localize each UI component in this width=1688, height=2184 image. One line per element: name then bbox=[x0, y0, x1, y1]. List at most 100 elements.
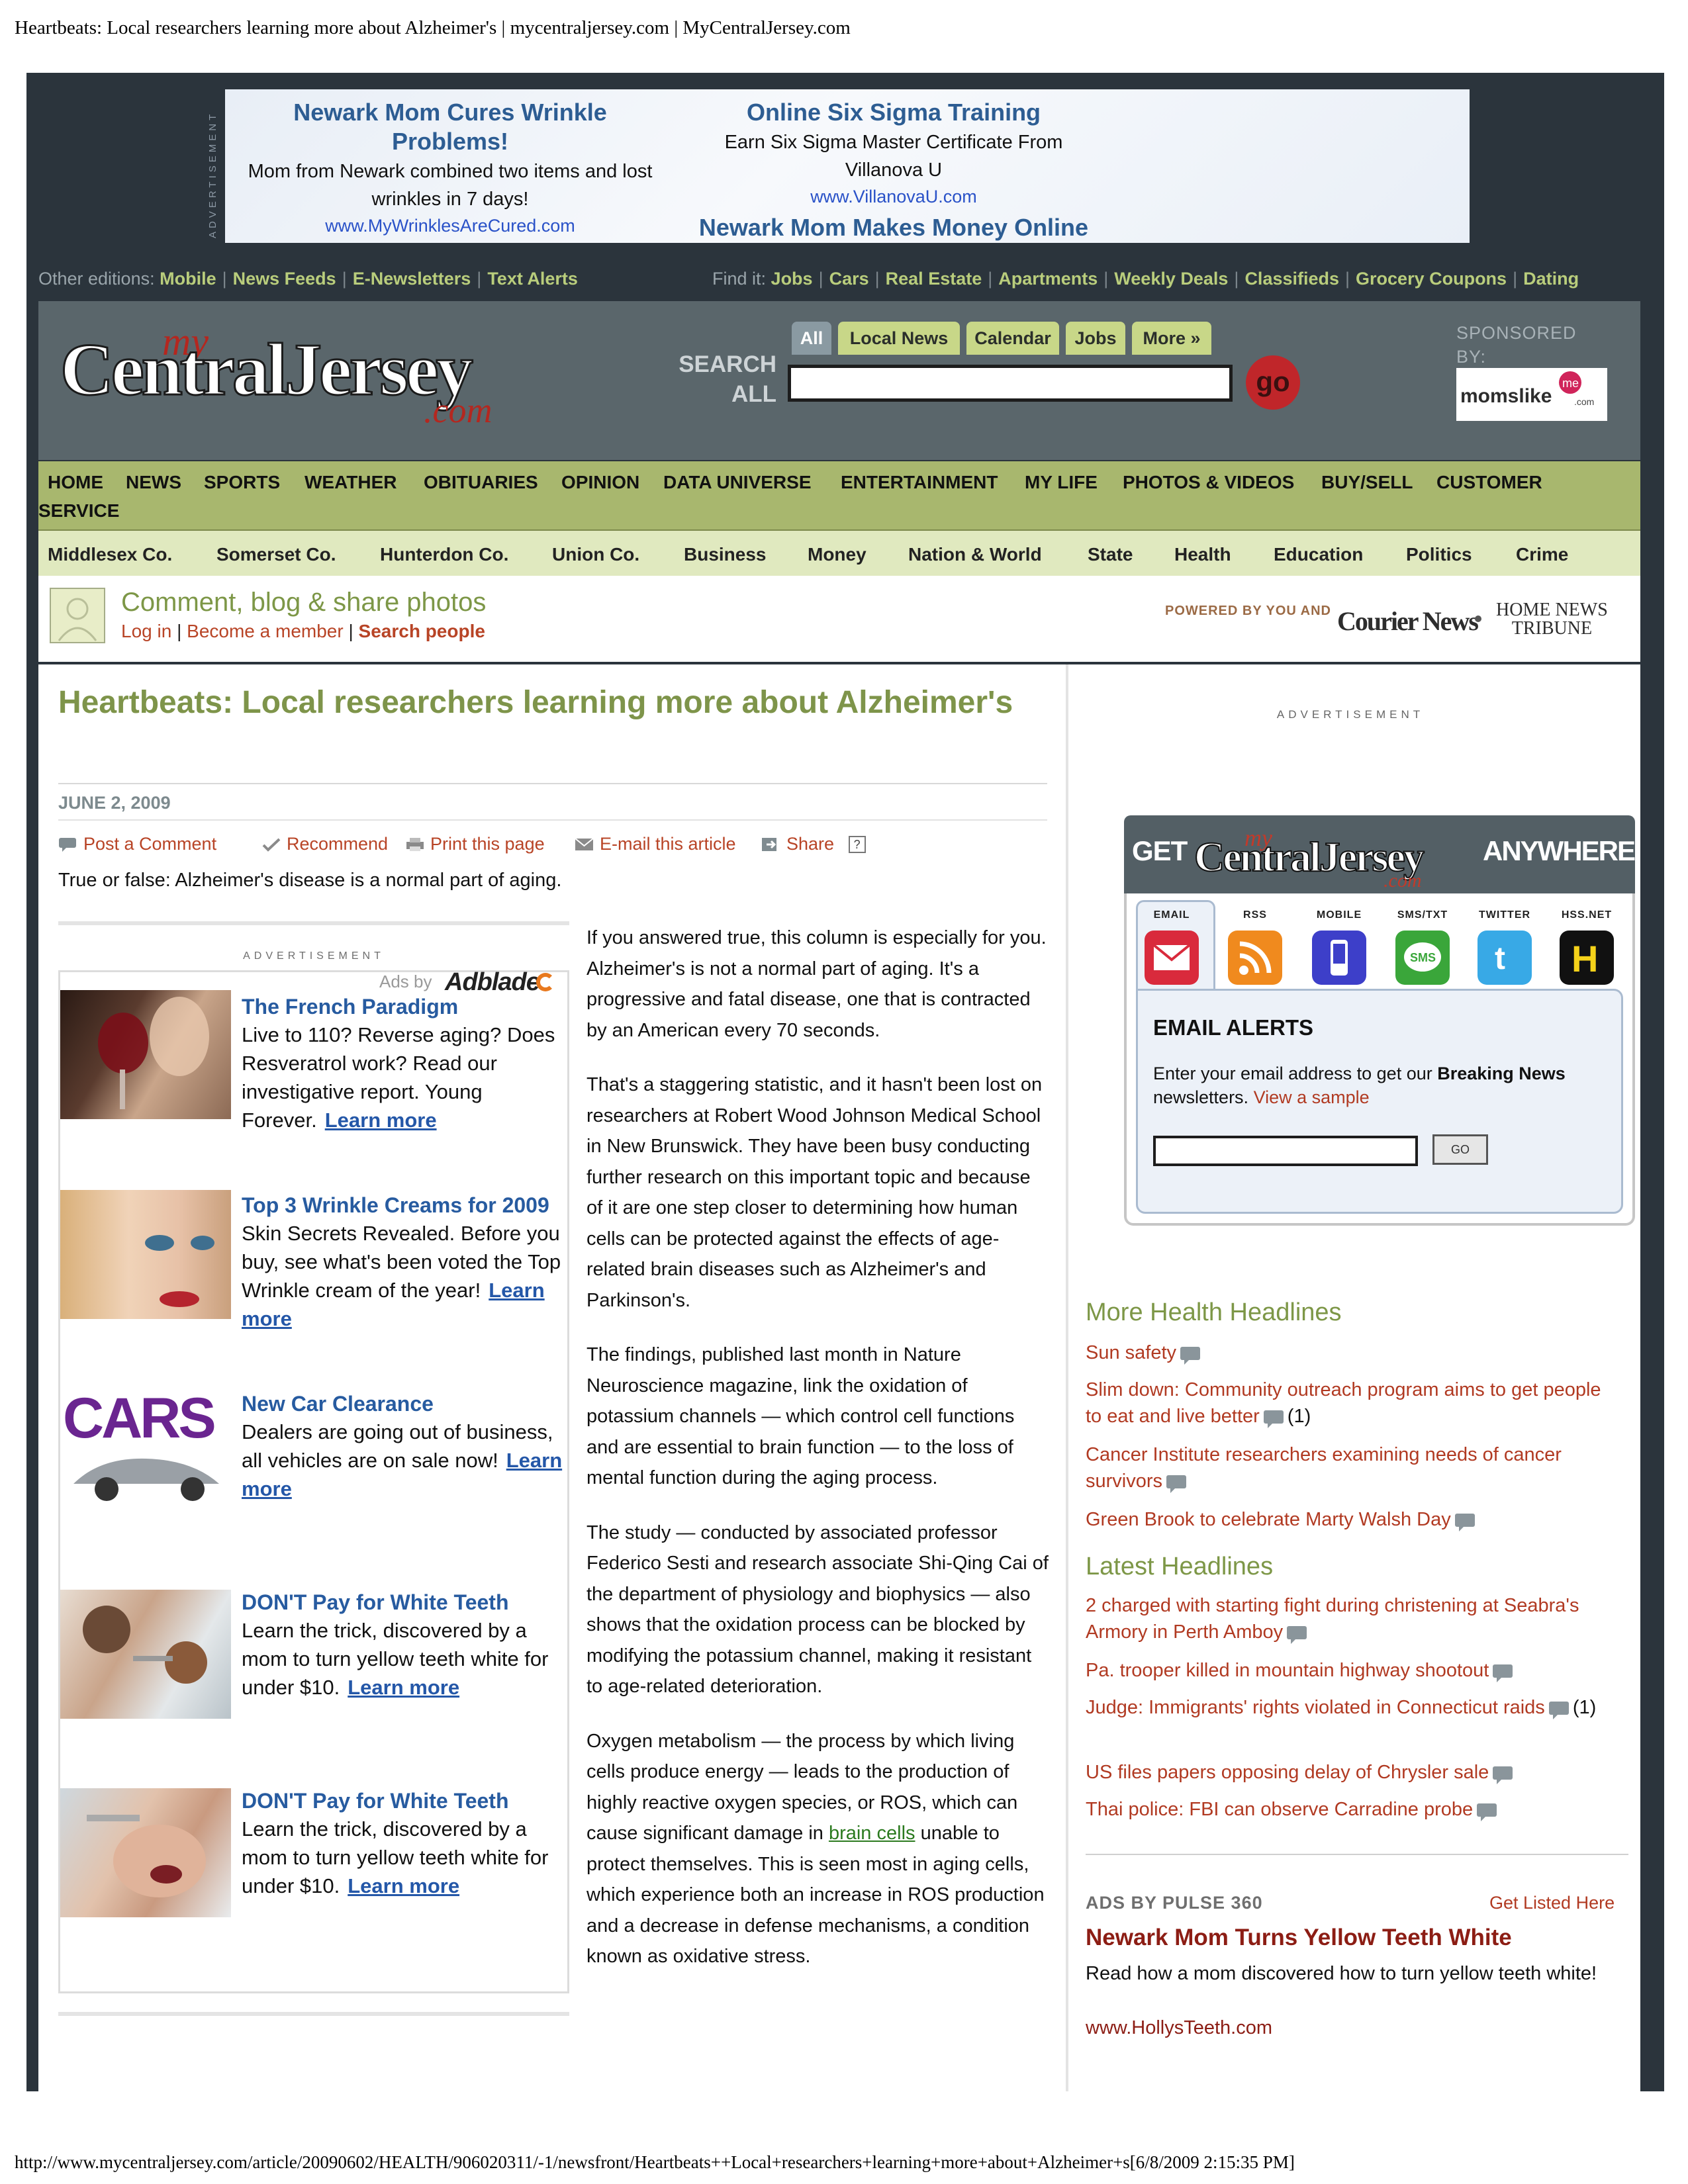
find-link-dating[interactable]: Dating bbox=[1523, 269, 1579, 289]
momslikeme-logo[interactable]: momslike me .com bbox=[1456, 368, 1607, 421]
search-tab-calendar[interactable]: Calendar bbox=[966, 322, 1059, 355]
subnav-business[interactable]: Business bbox=[684, 544, 767, 565]
headline-link[interactable]: Sun safety bbox=[1086, 1340, 1615, 1366]
headline-link[interactable]: US files papers opposing delay of Chrysl… bbox=[1086, 1759, 1615, 1786]
ad-thumb-wine[interactable] bbox=[60, 990, 231, 1119]
nav-news[interactable]: NEWS bbox=[126, 472, 181, 493]
nav-my-life[interactable]: MY LIFE bbox=[1025, 472, 1098, 493]
find-link-jobs[interactable]: Jobs bbox=[771, 269, 813, 289]
nav-home[interactable]: HOME bbox=[48, 472, 103, 493]
subnav-education[interactable]: Education bbox=[1274, 544, 1363, 565]
top-ad-1[interactable]: Newark Mom Cures Wrinkle Problems! Mom f… bbox=[238, 98, 662, 238]
nav-photos-videos[interactable]: PHOTOS & VIDEOS bbox=[1123, 472, 1294, 493]
top-ad-2-title[interactable]: Online Six Sigma Training bbox=[688, 98, 1099, 127]
headline-link[interactable]: Thai police: FBI can observe Carradine p… bbox=[1086, 1796, 1615, 1823]
find-link-apartments[interactable]: Apartments bbox=[998, 269, 1098, 289]
ad-thumb-dentist-2[interactable] bbox=[60, 1788, 231, 1917]
edition-link-text-alerts[interactable]: Text Alerts bbox=[487, 269, 578, 289]
learn-more-link[interactable]: Learn more bbox=[325, 1109, 437, 1132]
ad-thumb-face[interactable] bbox=[60, 1190, 231, 1319]
top-ad-banner[interactable]: Newark Mom Cures Wrinkle Problems! Mom f… bbox=[225, 89, 1470, 243]
subnav-union[interactable]: Union Co. bbox=[552, 544, 639, 565]
find-link-grocery-coupons[interactable]: Grocery Coupons bbox=[1356, 269, 1507, 289]
headline-link[interactable]: Cancer Institute researchers examining n… bbox=[1086, 1441, 1615, 1494]
subnav-hunterdon[interactable]: Hunterdon Co. bbox=[380, 544, 508, 565]
login-link[interactable]: Log in bbox=[121, 621, 171, 641]
ad-item-new-car-clearance[interactable]: New Car Clearance Dealers are going out … bbox=[242, 1390, 566, 1503]
find-link-classifieds[interactable]: Classifieds bbox=[1244, 269, 1339, 289]
rss-icon[interactable] bbox=[1228, 931, 1282, 985]
subnav-somerset[interactable]: Somerset Co. bbox=[216, 544, 336, 565]
headline-link[interactable]: Judge: Immigrants' rights violated in Co… bbox=[1086, 1694, 1615, 1721]
nav-opinion[interactable]: OPINION bbox=[561, 472, 639, 493]
sms-icon[interactable]: SMS bbox=[1395, 931, 1450, 985]
nav-obituaries[interactable]: OBITUARIES bbox=[424, 472, 538, 493]
share-help-icon[interactable]: ? bbox=[848, 836, 866, 853]
search-tab-more[interactable]: More » bbox=[1132, 322, 1211, 355]
email-alert-go-button[interactable]: GO bbox=[1432, 1134, 1488, 1165]
nav-weather[interactable]: WEATHER bbox=[305, 472, 397, 493]
view-sample-link[interactable]: View a sample bbox=[1254, 1087, 1370, 1107]
brain-cells-link[interactable]: brain cells bbox=[829, 1823, 915, 1844]
get-listed-link[interactable]: Get Listed Here bbox=[1489, 1893, 1615, 1913]
pulse-ad-url[interactable]: www.HollysTeeth.com bbox=[1086, 2017, 1272, 2039]
top-ad-2-url[interactable]: www.VillanovaU.com bbox=[688, 184, 1099, 209]
subnav-politics[interactable]: Politics bbox=[1406, 544, 1472, 565]
become-member-link[interactable]: Become a member bbox=[187, 621, 344, 641]
find-link-real-estate[interactable]: Real Estate bbox=[886, 269, 982, 289]
find-link-cars[interactable]: Cars bbox=[829, 269, 869, 289]
edition-link-e-newsletters[interactable]: E-Newsletters bbox=[353, 269, 471, 289]
headline-link[interactable]: Slim down: Community outreach program ai… bbox=[1086, 1377, 1615, 1430]
ad-thumb-dentist-1[interactable] bbox=[60, 1590, 231, 1719]
courier-news-logo[interactable]: Courier News bbox=[1337, 606, 1479, 637]
subnav-middlesex[interactable]: Middlesex Co. bbox=[48, 544, 172, 565]
email-icon[interactable] bbox=[1145, 931, 1199, 985]
mobile-icon[interactable] bbox=[1312, 931, 1366, 985]
home-news-tribune-logo[interactable]: HOME NEWS TRIBUNE bbox=[1496, 601, 1608, 638]
ad-thumb-cars[interactable]: CARS bbox=[60, 1385, 231, 1514]
top-ad-2[interactable]: Online Six Sigma Training Earn Six Sigma… bbox=[688, 98, 1099, 242]
subnav-money[interactable]: Money bbox=[808, 544, 867, 565]
share-button[interactable]: Share ? bbox=[761, 834, 866, 854]
subnav-health[interactable]: Health bbox=[1174, 544, 1231, 565]
twitter-icon[interactable]: t bbox=[1477, 931, 1532, 985]
ad-item-white-teeth-1[interactable]: DON'T Pay for White Teeth Learn the tric… bbox=[242, 1588, 566, 1702]
search-people-link[interactable]: Search people bbox=[359, 621, 485, 641]
headline-link[interactable]: 2 charged with starting fight during chr… bbox=[1086, 1592, 1615, 1645]
find-link-weekly-deals[interactable]: Weekly Deals bbox=[1114, 269, 1228, 289]
top-ad-1-url[interactable]: www.MyWrinklesAreCured.com bbox=[238, 213, 662, 238]
search-input[interactable] bbox=[788, 365, 1233, 402]
nav-entertainment[interactable]: ENTERTAINMENT bbox=[841, 472, 998, 493]
search-tab-all[interactable]: All bbox=[792, 322, 831, 355]
ad-item-white-teeth-2[interactable]: DON'T Pay for White Teeth Learn the tric… bbox=[242, 1787, 566, 1900]
site-logo[interactable]: my CentralJersey .com bbox=[56, 316, 579, 429]
avatar[interactable] bbox=[50, 588, 105, 643]
subnav-nation-world[interactable]: Nation & World bbox=[908, 544, 1042, 565]
ad-item-french-paradigm[interactable]: The French Paradigm Live to 110? Reverse… bbox=[242, 993, 566, 1134]
nav-customer-service-2[interactable]: SERVICE bbox=[38, 500, 119, 522]
email-article-button[interactable]: E-mail this article bbox=[575, 834, 736, 854]
ad-title[interactable]: The French Paradigm bbox=[242, 993, 566, 1021]
pulse-ad-title[interactable]: Newark Mom Turns Yellow Teeth White bbox=[1086, 1925, 1512, 1951]
ad-title[interactable]: Top 3 Wrinkle Creams for 2009 bbox=[242, 1191, 566, 1219]
learn-more-link[interactable]: Learn more bbox=[348, 1676, 459, 1699]
learn-more-link[interactable]: Learn more bbox=[348, 1874, 459, 1897]
hss-icon[interactable]: H bbox=[1560, 931, 1614, 985]
ad-title[interactable]: DON'T Pay for White Teeth bbox=[242, 1787, 566, 1815]
nav-data-universe[interactable]: DATA UNIVERSE bbox=[663, 472, 812, 493]
search-tab-local-news[interactable]: Local News bbox=[838, 322, 960, 355]
subnav-state[interactable]: State bbox=[1088, 544, 1133, 565]
search-go-button[interactable]: go bbox=[1246, 355, 1300, 410]
top-ad-3-title[interactable]: Newark Mom Makes Money Online bbox=[688, 213, 1099, 242]
ad-item-wrinkle-creams[interactable]: Top 3 Wrinkle Creams for 2009 Skin Secre… bbox=[242, 1191, 566, 1333]
edition-link-news-feeds[interactable]: News Feeds bbox=[233, 269, 336, 289]
recommend-button[interactable]: Recommend bbox=[261, 834, 388, 854]
ad-title[interactable]: DON'T Pay for White Teeth bbox=[242, 1588, 566, 1616]
nav-customer-service[interactable]: CUSTOMER bbox=[1436, 472, 1542, 493]
headline-link[interactable]: Green Brook to celebrate Marty Walsh Day bbox=[1086, 1506, 1615, 1533]
post-comment-button[interactable]: Post a Comment bbox=[58, 834, 216, 854]
nav-sports[interactable]: SPORTS bbox=[204, 472, 280, 493]
edition-link-mobile[interactable]: Mobile bbox=[160, 269, 216, 289]
top-ad-1-title[interactable]: Newark Mom Cures Wrinkle Problems! bbox=[238, 98, 662, 156]
headline-link[interactable]: Pa. trooper killed in mountain highway s… bbox=[1086, 1657, 1615, 1684]
